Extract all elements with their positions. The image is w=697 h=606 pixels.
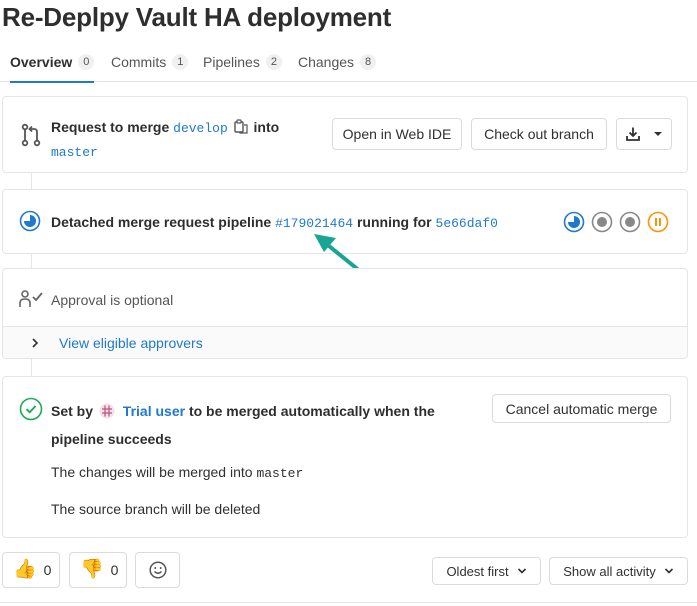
thumbs-down-button[interactable]: 👎 0	[69, 552, 127, 588]
thumbs-down-icon: 👎	[80, 559, 104, 580]
pipeline-info: Detached merge request pipeline #1790214…	[51, 212, 498, 234]
status-running-icon[interactable]	[19, 210, 41, 232]
source-branch-deleted-text: The source branch will be deleted	[51, 501, 261, 517]
smiley-icon	[148, 561, 167, 579]
download-icon	[626, 127, 640, 141]
tab-overview[interactable]: Overview 0	[10, 42, 95, 83]
tab-commits-label: Commits	[111, 54, 167, 70]
tab-pipelines-label: Pipelines	[203, 54, 260, 70]
chevron-down-icon	[664, 568, 673, 574]
stage-created-icon[interactable]	[619, 211, 641, 233]
merged-into-branch: master	[256, 466, 304, 481]
tab-commits-count: 1	[172, 54, 189, 70]
chevron-down-icon	[517, 568, 526, 574]
mr-tabs: Overview 0 Commits 1 Pipelines 2 Changes…	[0, 42, 697, 83]
sort-dropdown-label: Oldest first	[446, 563, 509, 579]
tab-changes[interactable]: Changes 8	[298, 42, 377, 82]
approval-card: Approval is optional View eligible appro…	[2, 268, 688, 359]
stage-created-icon[interactable]	[591, 211, 613, 233]
page-title: Re-Deplpy Vault HA deployment	[2, 2, 392, 32]
set-by-label: Set by	[51, 403, 94, 419]
activity-filter-label: Show all activity	[563, 563, 656, 579]
sort-dropdown[interactable]: Oldest first	[432, 557, 541, 585]
user-link[interactable]: Trial user	[123, 403, 185, 419]
source-branch-link[interactable]: develop	[173, 121, 228, 136]
cancel-automatic-merge-button[interactable]: Cancel automatic merge	[492, 394, 671, 423]
commit-sha-link[interactable]: 5e66daf0	[436, 216, 498, 231]
timeline-connector	[31, 172, 32, 190]
thumbs-down-count: 0	[110, 562, 119, 578]
approvers-row[interactable]: View eligible approvers	[3, 326, 687, 358]
tab-changes-label: Changes	[298, 54, 355, 70]
pipeline-label: Detached merge request pipeline	[51, 214, 272, 230]
target-branch-link[interactable]: master	[51, 145, 98, 160]
tab-overview-count: 0	[78, 53, 95, 70]
tab-pipelines[interactable]: Pipelines 2	[203, 42, 282, 82]
chevron-right-icon	[32, 338, 39, 348]
chevron-down-icon	[654, 132, 662, 136]
auto-merge-message: Set by Trial user to be merged automatic…	[51, 397, 471, 453]
tab-changes-count: 8	[360, 54, 377, 70]
thumbs-up-icon: 👍	[13, 559, 37, 580]
auto-merge-suffix: to be merged automatically when the	[188, 403, 435, 419]
approval-text: Approval is optional	[51, 292, 174, 308]
timeline-connector	[31, 358, 32, 376]
success-check-icon	[19, 397, 43, 421]
timeline-connector	[31, 253, 32, 269]
tab-overview-label: Overview	[10, 53, 73, 70]
view-eligible-approvers-link[interactable]: View eligible approvers	[59, 334, 203, 352]
check-out-branch-button[interactable]: Check out branch	[471, 118, 607, 150]
into-label: into	[253, 119, 280, 135]
user-avatar[interactable]	[99, 403, 115, 419]
copy-branch-icon[interactable]	[233, 119, 248, 134]
activity-filter-dropdown[interactable]: Show all activity	[549, 557, 688, 585]
tab-pipelines-count: 2	[265, 54, 282, 70]
approval-icon	[19, 290, 43, 307]
auto-merge-line2: pipeline succeeds	[51, 431, 172, 447]
stage-paused-icon[interactable]	[647, 211, 669, 233]
add-reaction-button[interactable]	[135, 552, 180, 588]
auto-merge-card: Set by Trial user to be merged automatic…	[2, 376, 688, 538]
merged-into-text: The changes will be merged into	[51, 464, 253, 480]
merged-into-line: The changes will be merged into master	[51, 462, 303, 484]
open-in-web-ide-button[interactable]: Open in Web IDE	[332, 118, 462, 150]
stage-running-icon[interactable]	[563, 211, 585, 233]
merge-request-header-card: Request to merge develop into master Ope…	[2, 96, 688, 173]
thumbs-up-button[interactable]: 👍 0	[2, 552, 60, 588]
download-dropdown-button[interactable]	[616, 118, 672, 150]
merge-request-branches: Request to merge develop into master	[51, 116, 321, 164]
merge-request-icon	[21, 123, 41, 147]
thumbs-up-count: 0	[43, 562, 52, 578]
request-to-merge-label: Request to merge	[51, 119, 170, 135]
divider	[0, 602, 697, 603]
tab-commits[interactable]: Commits 1	[111, 42, 189, 82]
